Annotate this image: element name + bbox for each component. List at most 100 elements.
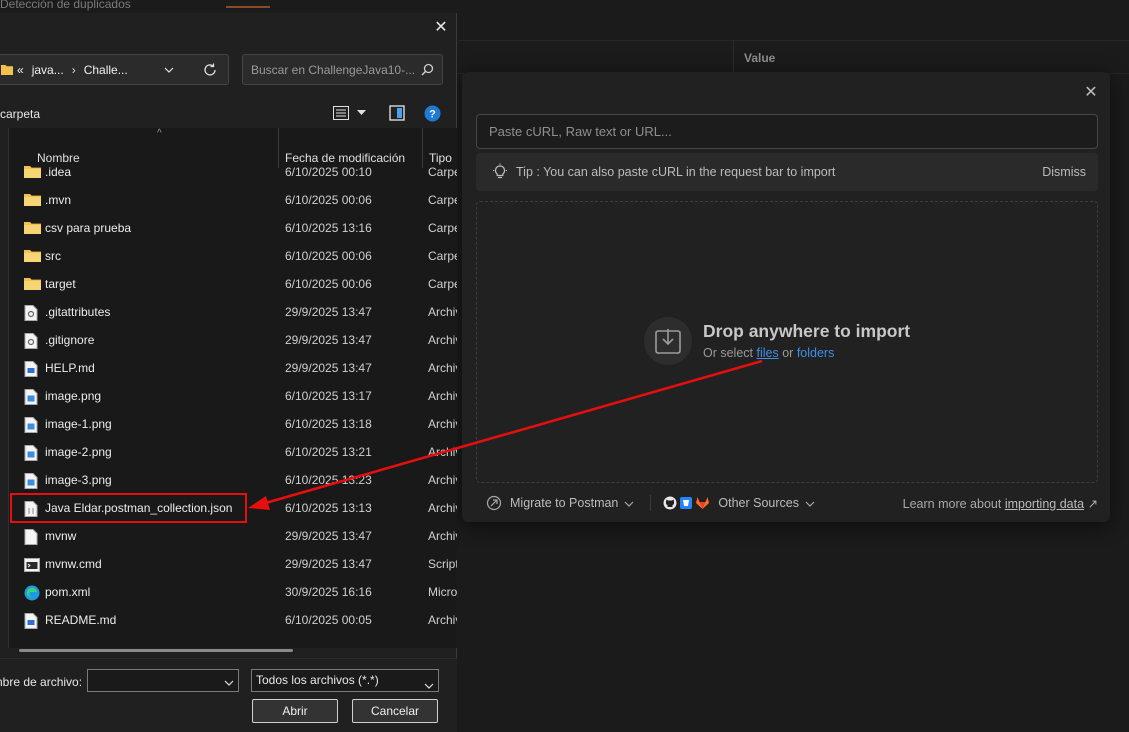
footer-divider: [650, 495, 652, 511]
horizontal-scrollbar[interactable]: [19, 649, 293, 652]
file-row[interactable]: src 6/10/2025 00:06 Carpeta: [9, 242, 457, 270]
file-row[interactable]: image.png 6/10/2025 13:17 Archivo: [9, 382, 457, 410]
paste-curl-input[interactable]: [476, 114, 1098, 149]
breadcrumb-chevron-icon: ›: [71, 62, 76, 77]
new-folder-button[interactable]: carpeta: [0, 107, 40, 121]
file-row[interactable]: README.md 6/10/2025 00:05 Archivo: [9, 606, 457, 634]
file-row[interactable]: csv para prueba 6/10/2025 13:16 Carpeta: [9, 214, 457, 242]
navigation-pane[interactable]: [0, 128, 9, 648]
file-name: target: [45, 277, 76, 291]
open-file-dialog: ✕ « java... › Challe... carpeta ? ^ Nomb…: [0, 13, 457, 732]
folder-icon: [24, 221, 42, 235]
file-row[interactable]: mvnw.cmd 29/9/2025 13:47 Script: [9, 550, 457, 578]
file-row[interactable]: pom.xml 30/9/2025 16:16 Microsoft: [9, 578, 457, 606]
drop-zone[interactable]: Drop anywhere to import Or select files …: [476, 201, 1098, 483]
github-icon: [663, 496, 677, 510]
file-row[interactable]: .gitattributes 29/9/2025 13:47 Archivo: [9, 298, 457, 326]
file-name: .gitignore: [45, 333, 95, 347]
file-date: 29/9/2025 13:47: [285, 361, 372, 375]
folder-icon: [24, 277, 42, 291]
select-folders-link[interactable]: folders: [797, 346, 835, 360]
filetype-select[interactable]: Todos los archivos (*.*): [251, 669, 439, 692]
background-column-divider: [733, 40, 734, 74]
file-name: .idea: [45, 165, 72, 179]
preview-pane-button[interactable]: [389, 104, 405, 122]
file-name: Java Eldar.postman_collection.json: [45, 501, 233, 515]
view-options-button[interactable]: [333, 104, 366, 122]
file-type: Carpeta: [428, 249, 457, 263]
file-date: 30/9/2025 16:16: [285, 585, 372, 599]
file-row[interactable]: image-3.png 6/10/2025 13:23 Archivo: [9, 466, 457, 494]
file-icon: [24, 529, 42, 545]
file-row[interactable]: target 6/10/2025 00:06 Carpeta: [9, 270, 457, 298]
tip-banner: Tip : You can also paste cURL in the req…: [476, 153, 1098, 191]
other-sources-dropdown[interactable]: Other Sources: [663, 496, 815, 510]
file-date: 6/10/2025 13:23: [285, 473, 372, 487]
file-date: 6/10/2025 13:13: [285, 501, 372, 515]
file-date: 29/9/2025 13:47: [285, 529, 372, 543]
file-name: image-3.png: [45, 473, 112, 487]
address-bar[interactable]: « java... › Challe...: [0, 54, 229, 85]
drop-title: Drop anywhere to import: [703, 321, 911, 341]
file-row[interactable]: image-1.png 6/10/2025 13:18 Archivo: [9, 410, 457, 438]
file-name: image.png: [45, 389, 102, 403]
markdown-file-icon: [24, 613, 42, 629]
image-file-icon: [24, 445, 42, 461]
file-list[interactable]: ^ Nombre Fecha de modificación Tipo .ide…: [9, 128, 457, 648]
markdown-file-icon: [24, 361, 42, 377]
file-row[interactable]: .mvn 6/10/2025 00:06 Carpeta: [9, 186, 457, 214]
other-sources-label: Other Sources: [718, 496, 799, 510]
importing-data-link[interactable]: importing data: [1005, 497, 1084, 511]
dialog-footer: nbre de archivo: Todos los archivos (*.*…: [0, 658, 457, 732]
import-icon: [644, 317, 692, 365]
open-button[interactable]: Abrir: [252, 699, 338, 723]
address-segment-java[interactable]: java...: [32, 63, 64, 77]
file-date: 6/10/2025 13:17: [285, 389, 372, 403]
file-date: 6/10/2025 00:06: [285, 277, 372, 291]
file-type: Archivo: [428, 305, 457, 319]
file-type: Archivo: [428, 613, 457, 627]
search-box[interactable]: [242, 54, 443, 85]
cancel-button[interactable]: Cancelar: [352, 699, 438, 723]
migrate-label: Migrate to Postman: [510, 496, 619, 510]
address-dropdown-icon[interactable]: [164, 67, 174, 73]
file-row[interactable]: Java Eldar.postman_collection.json 6/10/2…: [9, 494, 457, 522]
import-modal: ✕ Tip : You can also paste cURL in the r…: [462, 72, 1110, 522]
background-window-title: Detección de duplicados: [0, 0, 131, 11]
address-segment-challenge[interactable]: Challe...: [84, 63, 128, 77]
chevron-down-icon[interactable]: [224, 675, 234, 689]
file-type: Microsoft: [428, 585, 457, 599]
file-row[interactable]: mvnw 29/9/2025 13:47 Archivo: [9, 522, 457, 550]
import-close-icon[interactable]: ✕: [1082, 84, 1100, 102]
file-row[interactable]: .gitignore 29/9/2025 13:47 Archivo: [9, 326, 457, 354]
dismiss-tip-button[interactable]: Dismiss: [1042, 165, 1086, 179]
migrate-to-postman-dropdown[interactable]: Migrate to Postman: [486, 495, 634, 511]
dialog-close-icon[interactable]: ✕: [431, 18, 451, 38]
file-type: Archivo: [428, 333, 457, 347]
drop-sub-prefix: Or select: [703, 346, 754, 360]
chevron-down-icon: [357, 110, 366, 116]
search-input[interactable]: [251, 62, 421, 77]
cmd-file-icon: [24, 557, 42, 572]
file-row[interactable]: .idea 6/10/2025 00:10 Carpeta: [9, 158, 457, 186]
help-icon: ?: [424, 105, 441, 122]
file-row[interactable]: HELP.md 29/9/2025 13:47 Archivo: [9, 354, 457, 382]
file-date: 6/10/2025 00:06: [285, 249, 372, 263]
file-name: csv para prueba: [45, 221, 132, 235]
file-type: Script: [428, 557, 457, 571]
filename-input[interactable]: [87, 669, 239, 692]
select-files-link[interactable]: files: [757, 346, 779, 360]
address-prefix: «: [17, 62, 24, 77]
file-date: 6/10/2025 00:05: [285, 613, 372, 627]
chevron-down-icon: [424, 675, 434, 696]
help-button[interactable]: ?: [424, 104, 441, 122]
bitbucket-icon: [679, 496, 693, 510]
file-date: 6/10/2025 13:18: [285, 417, 372, 431]
file-type: Carpeta: [428, 165, 457, 179]
file-name: .gitattributes: [45, 305, 111, 319]
external-link-icon: ↗: [1087, 496, 1098, 511]
list-view-icon: [333, 106, 349, 120]
file-name: mvnw: [45, 529, 77, 543]
file-row[interactable]: image-2.png 6/10/2025 13:21 Archivo: [9, 438, 457, 466]
refresh-icon[interactable]: [202, 62, 218, 78]
